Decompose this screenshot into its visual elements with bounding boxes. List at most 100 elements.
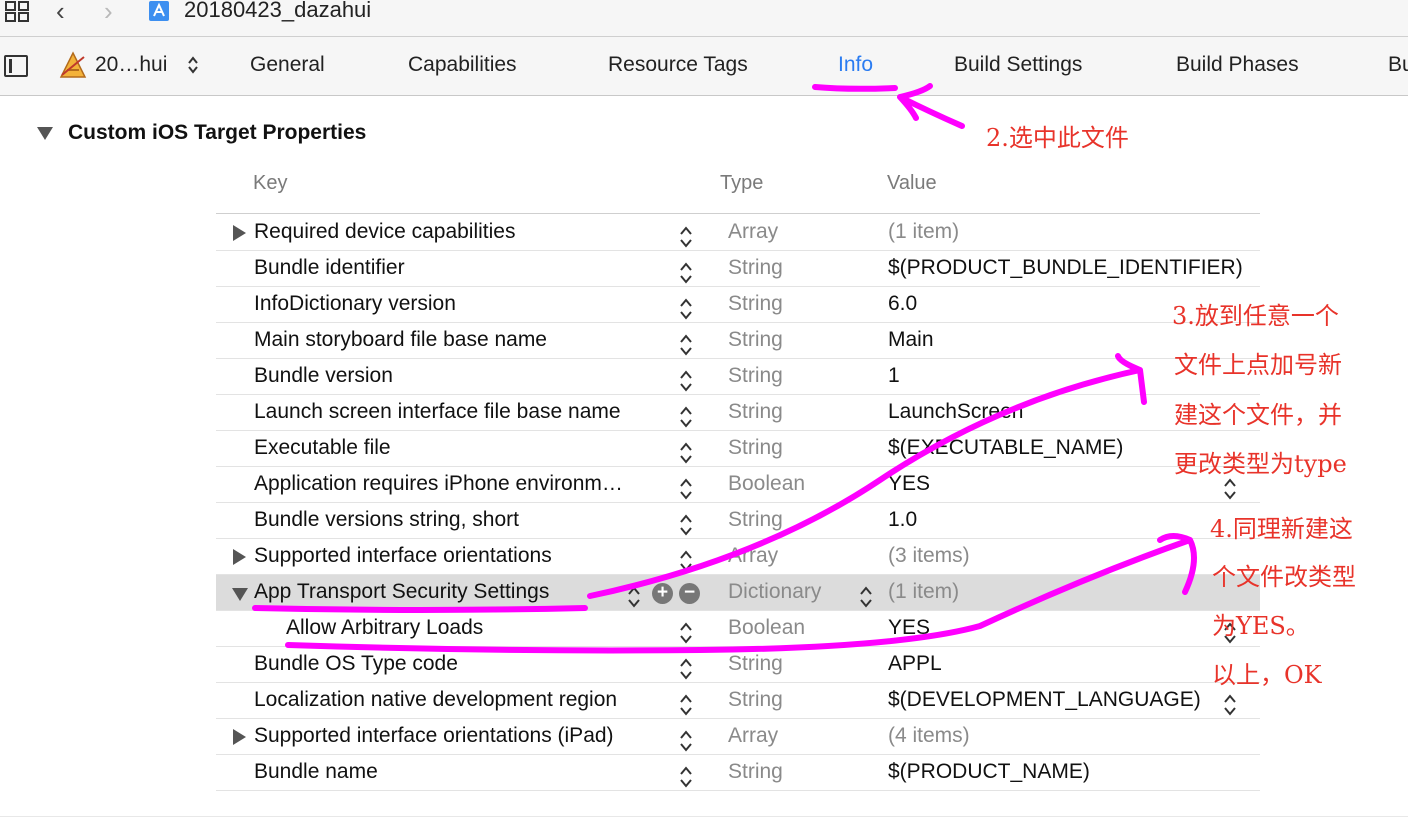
- key-stepper-icon[interactable]: [678, 259, 694, 287]
- plist-row[interactable]: Supported interface orientations Array (3 …: [216, 539, 1260, 575]
- row-key[interactable]: Bundle versions string, short: [254, 508, 519, 532]
- row-key[interactable]: Supported interface orientations: [254, 544, 552, 568]
- target-selector[interactable]: 20…hui: [95, 53, 167, 77]
- plist-row[interactable]: Required device capabilities Array (1 item…: [216, 215, 1260, 251]
- row-value[interactable]: (4 items): [888, 724, 970, 748]
- row-value[interactable]: (3 items): [888, 544, 970, 568]
- plist-row[interactable]: Executable file String $(EXECUTABLE_NAME): [216, 431, 1260, 467]
- row-value[interactable]: (1 item): [888, 220, 959, 244]
- row-key[interactable]: App Transport Security Settings: [254, 580, 549, 604]
- row-key[interactable]: Launch screen interface file base name: [254, 400, 621, 424]
- row-value[interactable]: 6.0: [888, 292, 917, 316]
- grid-icon[interactable]: [4, 0, 30, 24]
- row-value[interactable]: $(PRODUCT_NAME): [888, 760, 1090, 784]
- plist-row[interactable]: Bundle name String $(PRODUCT_NAME): [216, 755, 1260, 791]
- plist-row[interactable]: Bundle version String 1: [216, 359, 1260, 395]
- key-stepper-icon[interactable]: [678, 295, 694, 323]
- row-type[interactable]: String: [728, 652, 783, 676]
- row-type[interactable]: Array: [728, 724, 778, 748]
- value-stepper-icon[interactable]: [1222, 475, 1238, 503]
- key-stepper-icon[interactable]: [678, 511, 694, 539]
- key-stepper-icon[interactable]: [678, 727, 694, 755]
- plist-row[interactable]: Bundle OS Type code String APPL: [216, 647, 1260, 683]
- key-stepper-icon[interactable]: [678, 439, 694, 467]
- type-stepper-icon[interactable]: [858, 583, 874, 611]
- plist-row[interactable]: App Transport Security Settings + − Diction…: [216, 575, 1260, 611]
- row-type[interactable]: String: [728, 436, 783, 460]
- row-value[interactable]: APPL: [888, 652, 942, 676]
- key-stepper-icon[interactable]: [678, 475, 694, 503]
- key-stepper-icon[interactable]: [626, 583, 642, 611]
- row-value[interactable]: 1.0: [888, 508, 917, 532]
- row-key[interactable]: Main storyboard file base name: [254, 328, 547, 352]
- tab-capabilities[interactable]: Capabilities: [408, 53, 517, 77]
- disclosure-triangle-icon[interactable]: [233, 225, 246, 241]
- key-stepper-icon[interactable]: [678, 763, 694, 791]
- project-title[interactable]: 20180423_dazahui: [184, 0, 371, 23]
- plist-row[interactable]: Localization native development region St…: [216, 683, 1260, 719]
- sidebar-toggle-icon[interactable]: [4, 55, 28, 77]
- row-key[interactable]: Bundle identifier: [254, 256, 405, 280]
- tab-general[interactable]: General: [250, 53, 325, 77]
- row-type[interactable]: String: [728, 508, 783, 532]
- row-type[interactable]: String: [728, 364, 783, 388]
- tab-build-rules[interactable]: Bu: [1388, 53, 1408, 77]
- target-stepper-icon[interactable]: [186, 55, 200, 75]
- plist-row[interactable]: Bundle versions string, short String 1.0: [216, 503, 1260, 539]
- plus-circle-icon[interactable]: +: [652, 583, 673, 604]
- row-key[interactable]: Supported interface orientations (iPad): [254, 724, 614, 748]
- minus-circle-icon[interactable]: −: [679, 583, 700, 604]
- row-key[interactable]: Bundle OS Type code: [254, 652, 458, 676]
- row-key[interactable]: Required device capabilities: [254, 220, 516, 244]
- tab-build-phases[interactable]: Build Phases: [1176, 53, 1299, 77]
- row-value[interactable]: (1 item): [888, 580, 959, 604]
- plist-row[interactable]: Application requires iPhone environm… Boo…: [216, 467, 1260, 503]
- row-value[interactable]: YES: [888, 472, 930, 496]
- row-value[interactable]: LaunchScreen: [888, 400, 1023, 424]
- row-key[interactable]: Application requires iPhone environm…: [254, 472, 623, 496]
- row-key[interactable]: Allow Arbitrary Loads: [286, 616, 483, 640]
- row-key[interactable]: Bundle version: [254, 364, 393, 388]
- row-type[interactable]: String: [728, 760, 783, 784]
- row-type[interactable]: Array: [728, 544, 778, 568]
- row-type[interactable]: Array: [728, 220, 778, 244]
- row-key[interactable]: Executable file: [254, 436, 391, 460]
- column-header-key[interactable]: Key: [253, 172, 287, 195]
- key-stepper-icon[interactable]: [678, 547, 694, 575]
- row-type[interactable]: String: [728, 292, 783, 316]
- tab-info[interactable]: Info: [838, 53, 873, 77]
- key-stepper-icon[interactable]: [678, 691, 694, 719]
- value-stepper-icon[interactable]: [1222, 691, 1238, 719]
- row-value[interactable]: 1: [888, 364, 900, 388]
- row-value[interactable]: $(PRODUCT_BUNDLE_IDENTIFIER): [888, 256, 1243, 280]
- row-type[interactable]: String: [728, 400, 783, 424]
- row-type[interactable]: String: [728, 688, 783, 712]
- row-type[interactable]: String: [728, 256, 783, 280]
- column-header-value[interactable]: Value: [887, 172, 937, 195]
- row-key[interactable]: InfoDictionary version: [254, 292, 456, 316]
- row-key[interactable]: Bundle name: [254, 760, 378, 784]
- plist-row[interactable]: InfoDictionary version String 6.0: [216, 287, 1260, 323]
- plist-row[interactable]: Allow Arbitrary Loads Boolean YES: [216, 611, 1260, 647]
- chevron-right-icon[interactable]: ›: [104, 0, 113, 27]
- chevron-left-icon[interactable]: ‹: [56, 0, 65, 27]
- disclosure-triangle-icon[interactable]: [233, 549, 246, 565]
- row-key[interactable]: Localization native development region: [254, 688, 617, 712]
- key-stepper-icon[interactable]: [678, 655, 694, 683]
- row-type[interactable]: Boolean: [728, 616, 805, 640]
- row-type[interactable]: Boolean: [728, 472, 805, 496]
- row-type[interactable]: Dictionary: [728, 580, 821, 604]
- plist-row[interactable]: Bundle identifier String $(PRODUCT_BUNDLE_…: [216, 251, 1260, 287]
- tab-resource-tags[interactable]: Resource Tags: [608, 53, 748, 77]
- key-stepper-icon[interactable]: [678, 331, 694, 359]
- tab-build-settings[interactable]: Build Settings: [954, 53, 1082, 77]
- plist-row[interactable]: Launch screen interface file base name St…: [216, 395, 1260, 431]
- column-header-type[interactable]: Type: [720, 172, 763, 195]
- plist-row[interactable]: Main storyboard file base name String Main: [216, 323, 1260, 359]
- row-value[interactable]: $(DEVELOPMENT_LANGUAGE): [888, 688, 1201, 712]
- disclosure-triangle-icon[interactable]: [233, 729, 246, 745]
- row-value[interactable]: Main: [888, 328, 934, 352]
- disclosure-triangle-icon[interactable]: [232, 588, 248, 601]
- plist-row[interactable]: Supported interface orientations (iPad) A…: [216, 719, 1260, 755]
- row-value[interactable]: $(EXECUTABLE_NAME): [888, 436, 1123, 460]
